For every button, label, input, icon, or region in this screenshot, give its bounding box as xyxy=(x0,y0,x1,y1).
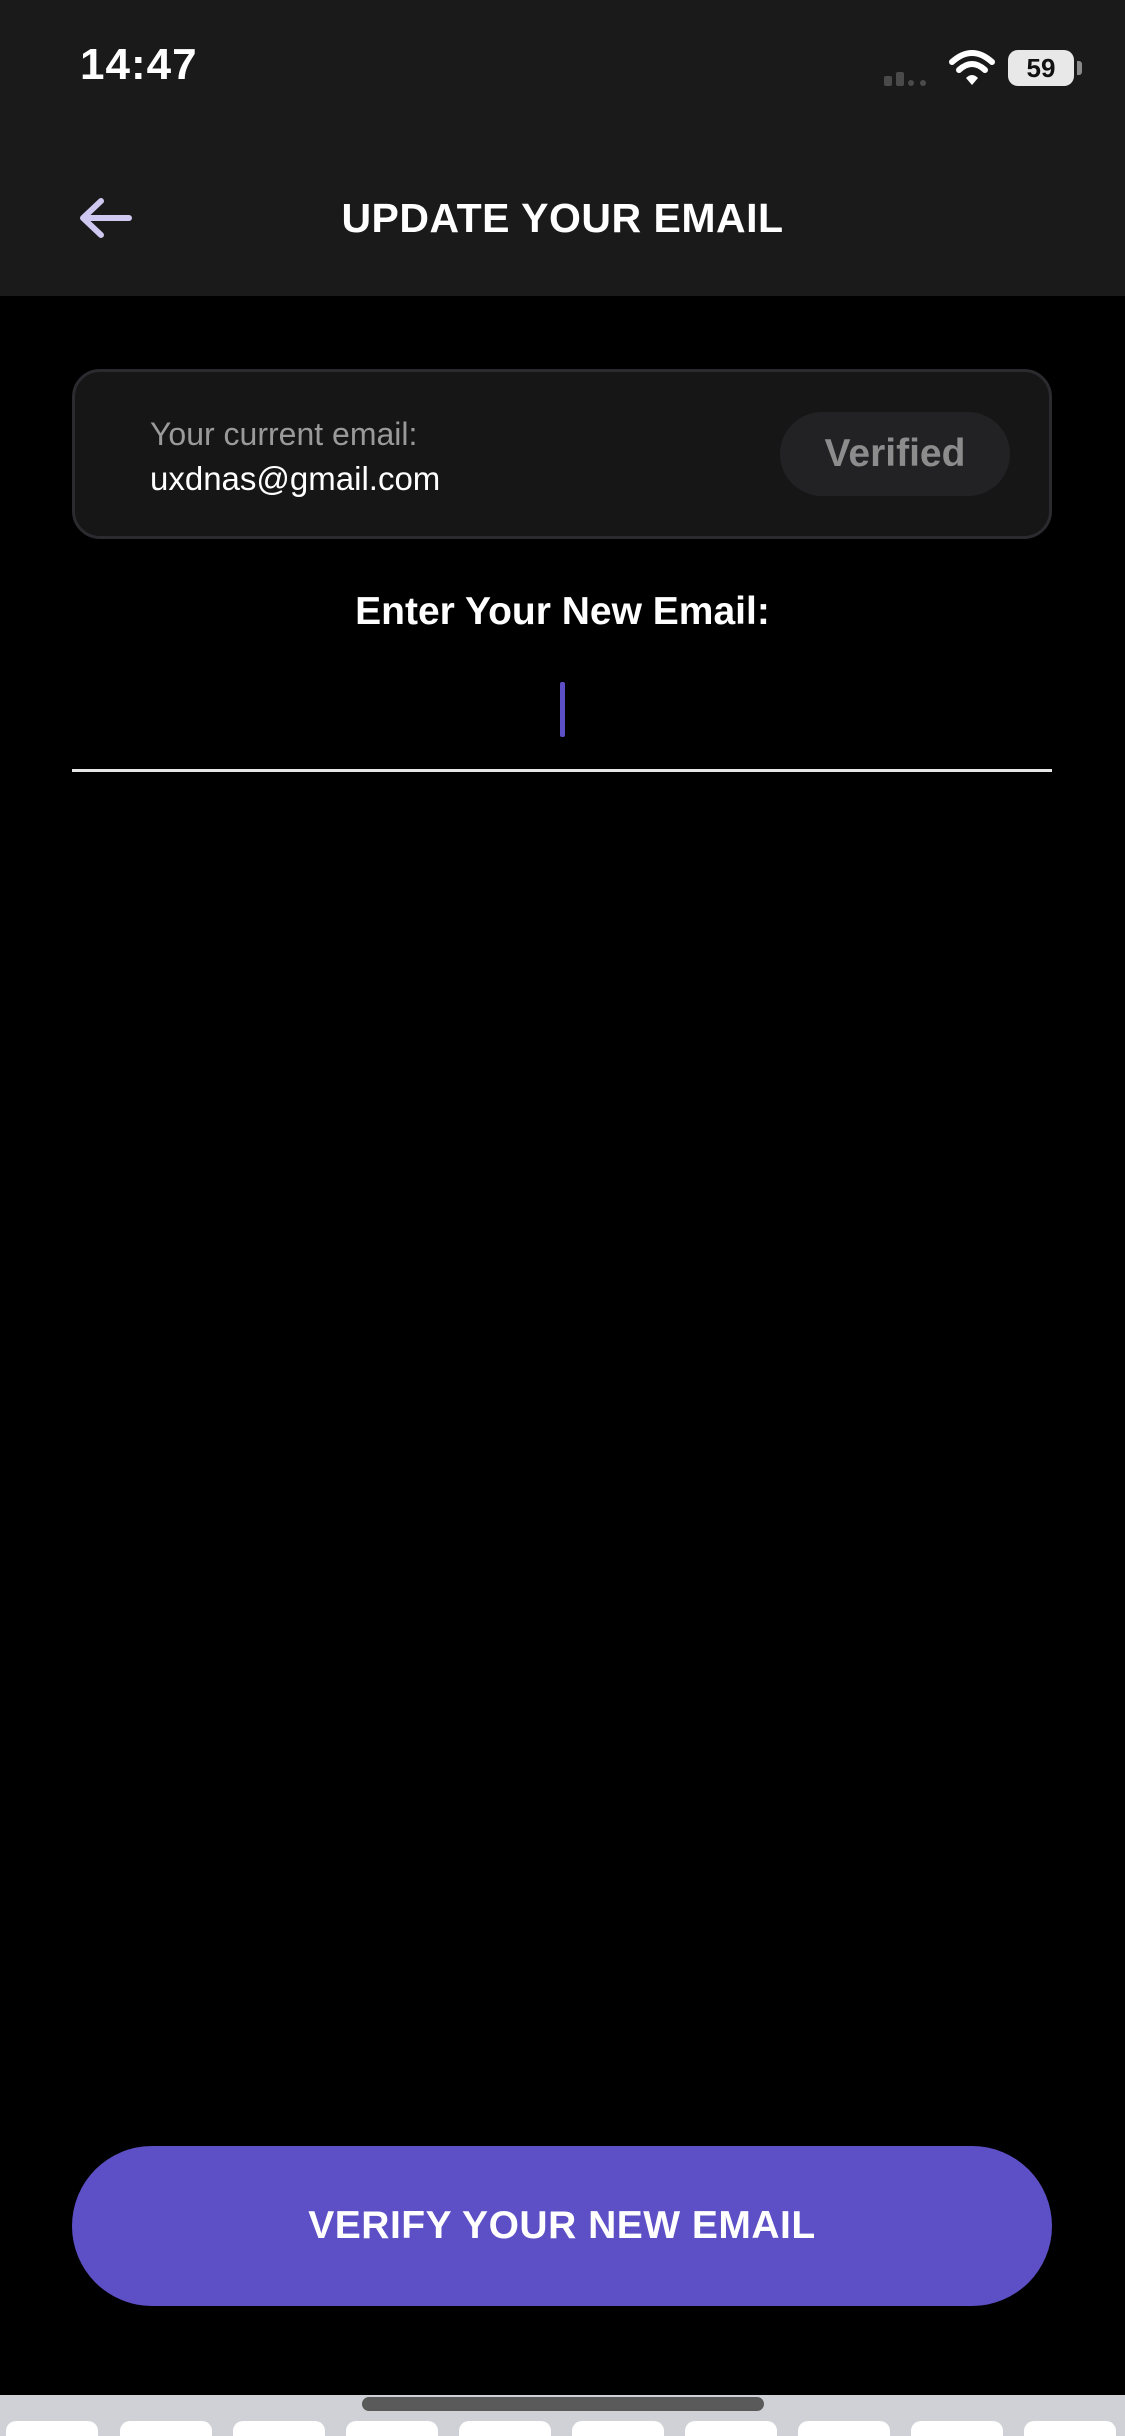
keyboard-key[interactable] xyxy=(911,2421,1003,2436)
home-indicator xyxy=(362,2397,764,2411)
text-cursor xyxy=(560,682,565,737)
verified-badge: Verified xyxy=(780,412,1010,496)
page-title: UPDATE YOUR EMAIL xyxy=(341,195,784,241)
wifi-icon xyxy=(949,50,995,85)
new-email-label: Enter Your New Email: xyxy=(355,590,770,633)
keyboard-key[interactable] xyxy=(346,2421,438,2436)
keyboard-key[interactable] xyxy=(685,2421,777,2436)
current-email-label: Your current email: xyxy=(150,416,418,452)
status-time: 14:47 xyxy=(80,40,198,89)
keyboard-key[interactable] xyxy=(459,2421,551,2436)
keyboard-key[interactable] xyxy=(6,2421,98,2436)
current-email-value: uxdnas@gmail.com xyxy=(150,460,441,497)
header: UPDATE YOUR EMAIL xyxy=(0,140,1125,296)
arrow-left-icon xyxy=(80,198,132,238)
back-button[interactable] xyxy=(60,178,150,258)
keyboard-key[interactable] xyxy=(572,2421,664,2436)
battery-indicator: 59 xyxy=(1008,50,1074,86)
battery-tip xyxy=(1077,61,1082,75)
keyboard-key[interactable] xyxy=(233,2421,325,2436)
keyboard-key[interactable] xyxy=(120,2421,212,2436)
status-bar: 14:47 59 xyxy=(0,0,1125,140)
cellular-signal-icon xyxy=(884,72,926,86)
keyboard-key[interactable] xyxy=(1024,2421,1116,2436)
keyboard-key[interactable] xyxy=(798,2421,890,2436)
verify-new-email-button[interactable]: VERIFY YOUR NEW EMAIL xyxy=(72,2146,1052,2306)
update-email-screen: 14:47 59 UPDATE YOUR EMAIL Your current … xyxy=(0,0,1125,2436)
current-email-card: Your current email: uxdnas@gmail.com Ver… xyxy=(72,369,1052,539)
